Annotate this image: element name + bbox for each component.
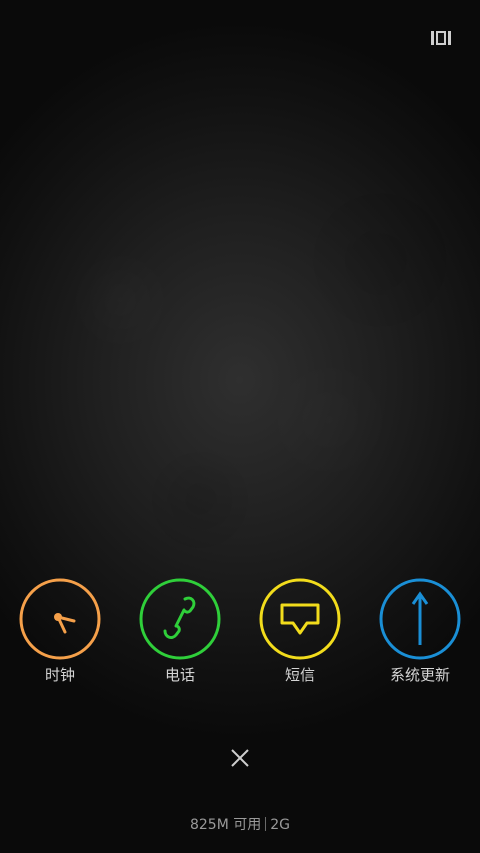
multi-window-icon bbox=[431, 31, 451, 45]
app-clock[interactable]: 时钟 bbox=[10, 577, 110, 687]
clear-all-button[interactable] bbox=[224, 742, 256, 774]
recent-tasks-screen: 时钟 电话 短信 系统更新 825M 可用 2G bbox=[0, 0, 480, 853]
app-messages-label: 短信 bbox=[284, 666, 315, 684]
memory-available: 825M 可用 bbox=[189, 817, 262, 833]
multi-window-button[interactable] bbox=[428, 28, 454, 48]
close-icon bbox=[231, 749, 249, 767]
background-texture bbox=[0, 0, 480, 853]
app-clock-label: 时钟 bbox=[44, 666, 75, 684]
memory-total: 2G bbox=[270, 817, 291, 833]
phone-icon bbox=[139, 578, 221, 660]
arrow-up-icon bbox=[379, 578, 461, 660]
recent-apps-row: 时钟 电话 短信 系统更新 bbox=[0, 577, 480, 687]
memory-status: 825M 可用 2G bbox=[0, 815, 480, 835]
app-phone-label: 电话 bbox=[164, 666, 195, 684]
app-system-update[interactable]: 系统更新 bbox=[370, 577, 470, 687]
app-messages[interactable]: 短信 bbox=[250, 577, 350, 687]
app-phone[interactable]: 电话 bbox=[130, 577, 230, 687]
clock-icon bbox=[19, 578, 101, 660]
memory-separator bbox=[265, 817, 267, 831]
app-system-update-label: 系统更新 bbox=[389, 666, 450, 684]
message-icon bbox=[259, 578, 341, 660]
